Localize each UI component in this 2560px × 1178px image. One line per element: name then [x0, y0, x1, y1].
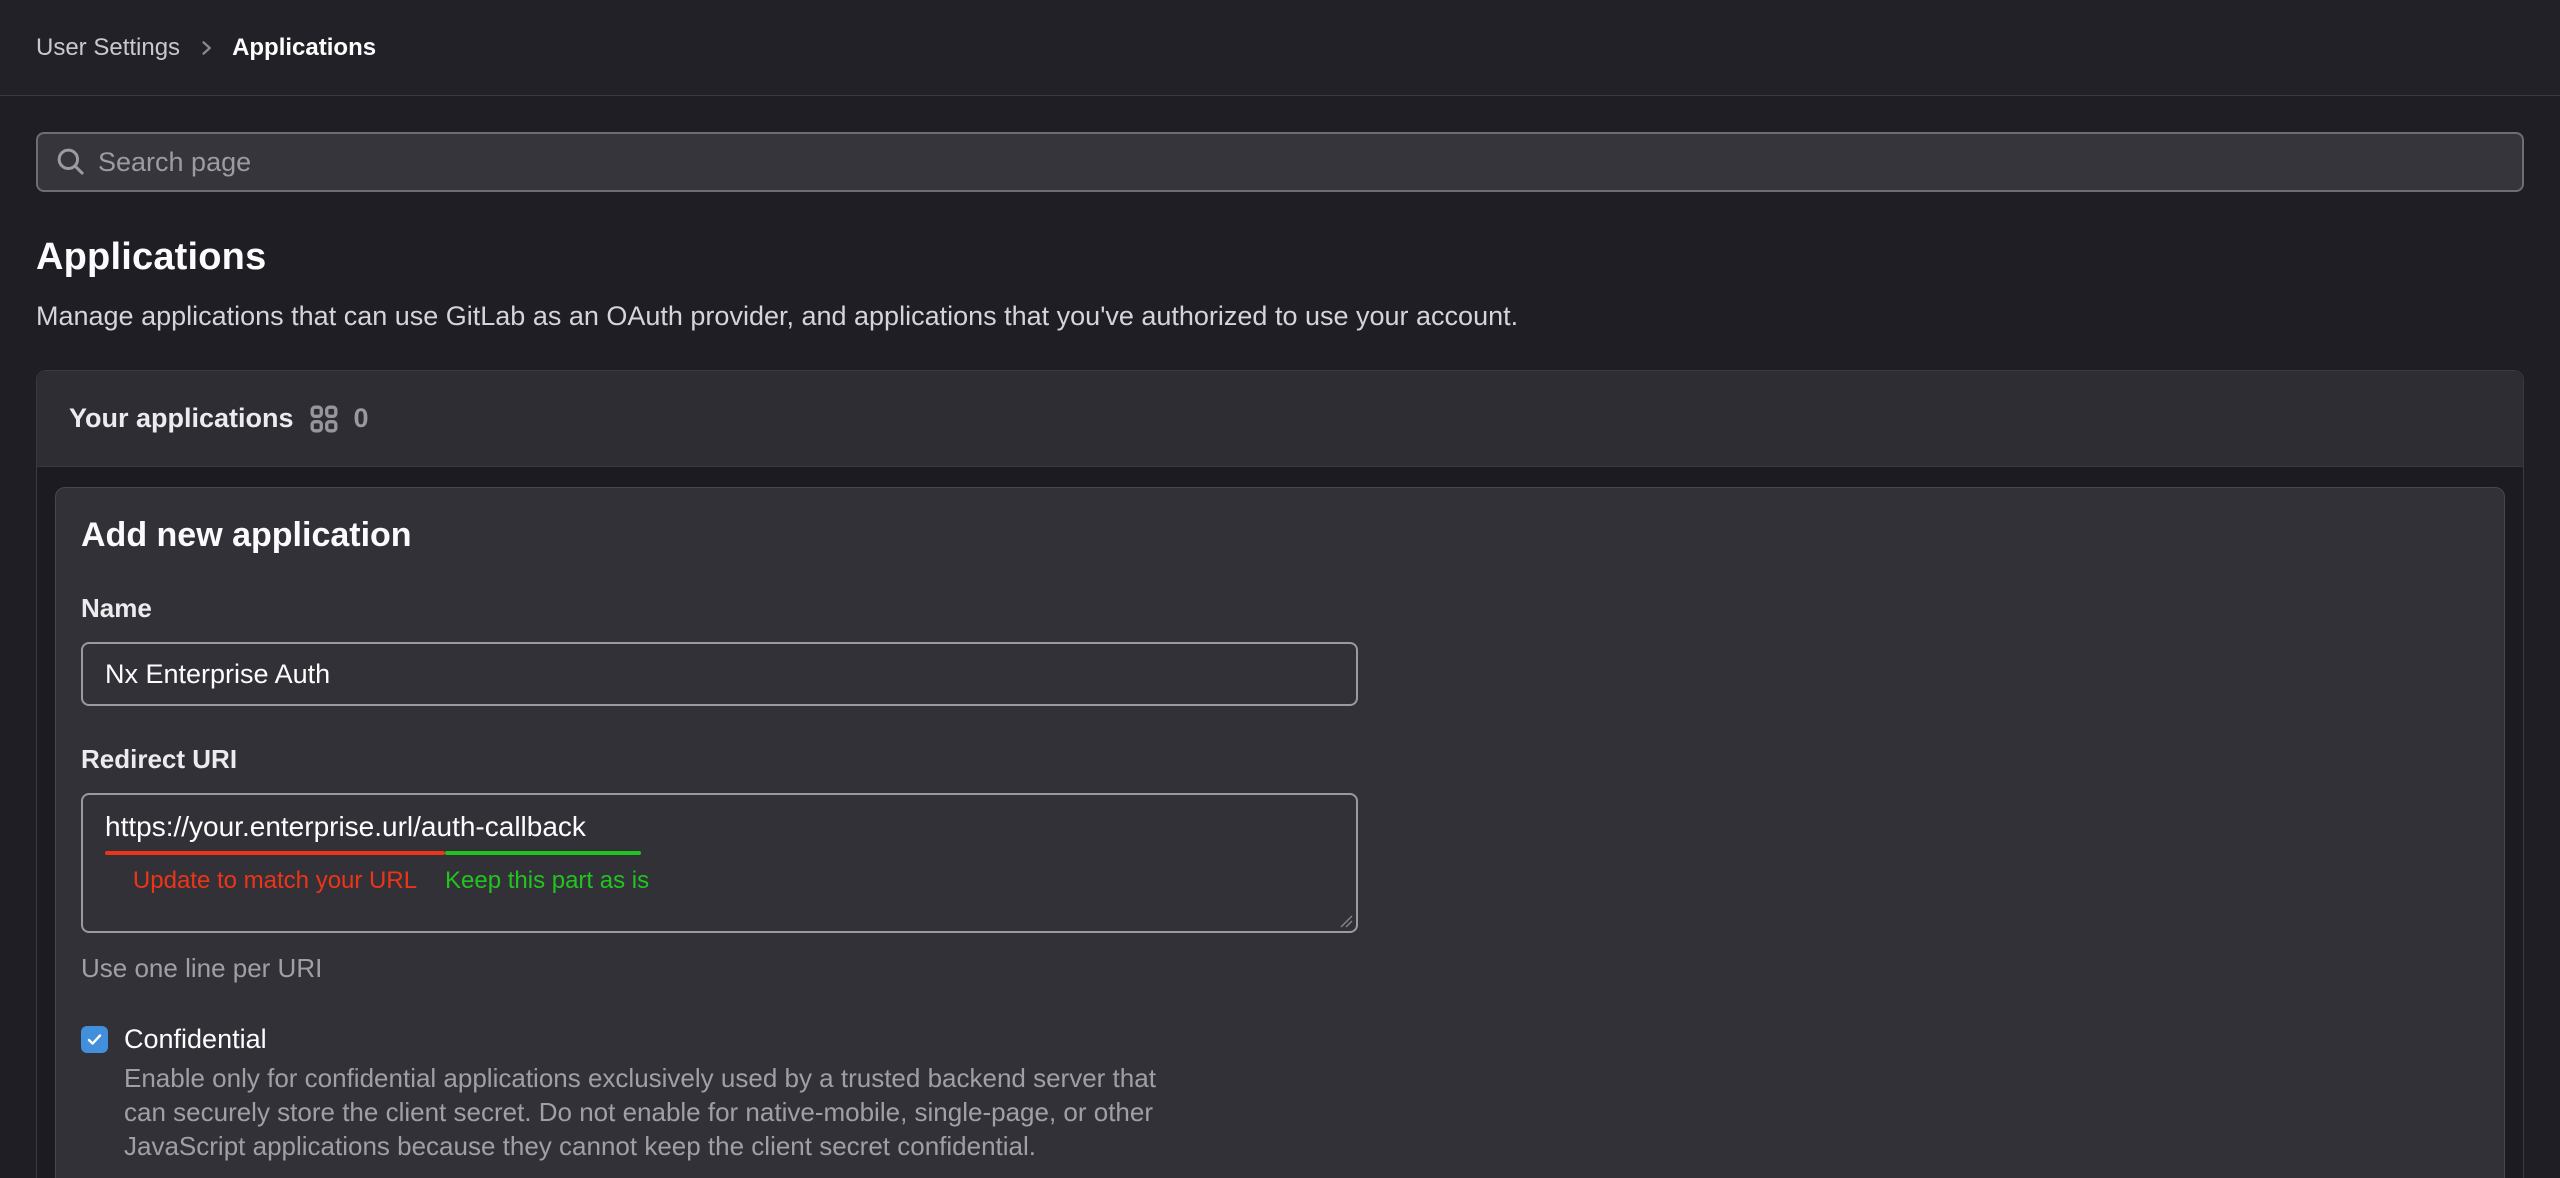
your-applications-title: Your applications [69, 403, 294, 434]
textarea-resize-handle[interactable] [1337, 912, 1353, 928]
uri-underline-annotations [105, 851, 1334, 855]
add-new-application-panel: Add new application Name Redirect URI ht… [55, 487, 2505, 1178]
breadcrumb-user-settings[interactable]: User Settings [36, 34, 180, 62]
search-box[interactable] [36, 132, 2524, 192]
red-annotation-label: Update to match your URL [105, 867, 445, 895]
confidential-checkbox[interactable] [81, 1026, 108, 1053]
your-applications-card: Your applications 0 Add new application … [36, 370, 2524, 1178]
green-underline [445, 851, 641, 855]
add-new-application-title: Add new application [81, 516, 2504, 555]
redirect-uri-help: Use one line per URI [81, 953, 2504, 984]
page-title: Applications [36, 236, 2524, 279]
redirect-uri-label: Redirect URI [81, 744, 2504, 775]
chevron-right-icon [196, 38, 216, 58]
green-annotation-label: Keep this part as is [445, 867, 645, 895]
search-icon [56, 147, 86, 177]
red-underline [105, 851, 445, 855]
confidential-checkbox-row: Confidential [81, 1024, 2504, 1055]
confidential-help-text: Enable only for confidential application… [124, 1061, 1524, 1163]
application-name-input[interactable] [81, 642, 1358, 706]
redirect-uri-value: https://your.enterprise.url/auth-callbac… [105, 811, 1334, 843]
applications-grid-icon [310, 405, 338, 433]
breadcrumb: User Settings Applications [36, 34, 376, 62]
checkmark-icon [85, 1030, 104, 1049]
page-description: Manage applications that can use GitLab … [36, 301, 2524, 332]
search-input[interactable] [98, 147, 2504, 178]
confidential-label[interactable]: Confidential [124, 1024, 267, 1055]
page-content: Applications Manage applications that ca… [0, 132, 2560, 1178]
redirect-uri-textarea[interactable]: https://your.enterprise.url/auth-callbac… [81, 793, 1358, 933]
your-applications-header: Your applications 0 [37, 371, 2523, 467]
applications-count-badge: 0 [354, 403, 369, 434]
your-applications-body: Add new application Name Redirect URI ht… [37, 467, 2523, 1178]
uri-annotation-labels: Update to match your URL Keep this part … [105, 867, 1334, 895]
breadcrumb-applications: Applications [232, 34, 376, 62]
name-label: Name [81, 593, 2504, 624]
top-navigation-bar: User Settings Applications [0, 0, 2560, 96]
